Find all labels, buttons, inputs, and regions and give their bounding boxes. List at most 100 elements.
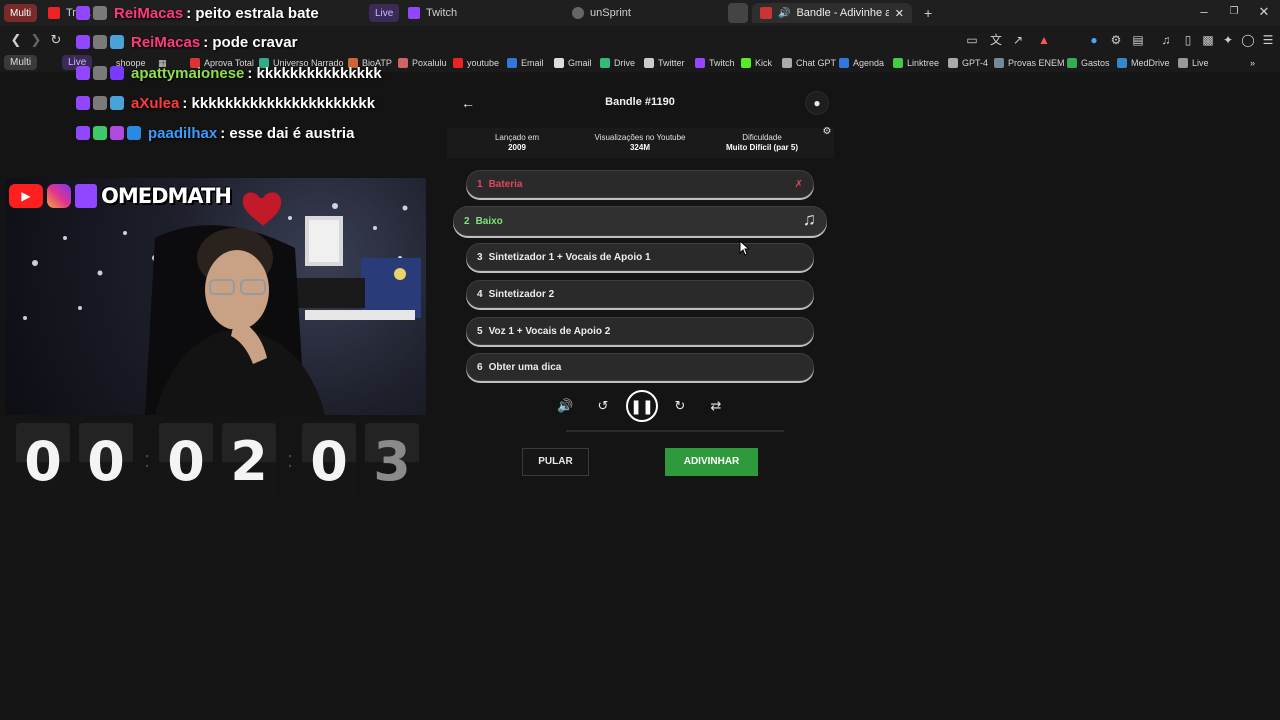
prime-badge-icon <box>127 126 141 140</box>
extensions-icon[interactable]: ⚙ <box>1108 32 1124 48</box>
settings-gear-icon[interactable]: ⚙ <box>821 126 833 138</box>
share-icon[interactable]: ↗ <box>1010 32 1026 48</box>
bandle-icon <box>760 7 772 19</box>
track-3-sintetizador[interactable]: 3 Sintetizador 1 + Vocais de Apoio 1 <box>466 243 814 271</box>
close-tab-icon[interactable]: ✕ <box>895 7 904 20</box>
timer-separator: : <box>143 447 151 472</box>
tab-multi[interactable]: Multi <box>4 4 38 22</box>
new-tab-button[interactable]: + <box>916 3 936 23</box>
minimize-icon[interactable]: – <box>1196 4 1212 20</box>
bookmark-label: Gastos <box>1081 58 1110 68</box>
twitch-icon <box>408 7 420 19</box>
timer-digit: 0 <box>16 423 70 501</box>
bookmark-multi[interactable]: Multi <box>4 55 38 70</box>
tab-twitch[interactable]: Twitch <box>400 3 560 23</box>
translate-icon[interactable]: 文 <box>988 32 1004 48</box>
track-number: 5 <box>477 325 483 337</box>
speaker-icon: 🔊 <box>778 7 791 19</box>
extension-icon-1[interactable]: ● <box>1086 32 1102 48</box>
bookmark-meddrive[interactable]: MedDrive <box>1117 56 1170 70</box>
bookmark-linktree[interactable]: Linktree <box>893 56 939 70</box>
vpn-icon[interactable]: ◯ <box>1240 32 1256 48</box>
tab-bandle[interactable]: 🔊 Bandle - Adivinhe a música, u ✕ <box>752 3 912 23</box>
bookmark-email[interactable]: Email <box>507 56 544 70</box>
screenshot-icon[interactable]: ▭ <box>964 32 980 48</box>
sub-badge-icon <box>93 35 107 49</box>
back-icon[interactable]: ❮ <box>8 32 24 48</box>
brave-shield-icon[interactable]: ▲ <box>1036 32 1052 48</box>
chat-username: apattymaionese <box>131 64 245 82</box>
instagram-logo-icon <box>47 184 71 208</box>
player-controls: 🔊 ↺ ❚❚ ↻ ⇄ <box>556 390 726 422</box>
bass-guitar-icon: ♫ <box>802 209 817 229</box>
gift-badge-icon <box>93 126 107 140</box>
bookmark-agenda[interactable]: Agenda <box>839 56 884 70</box>
verified-badge-icon <box>110 96 124 110</box>
track-1-bateria[interactable]: 1 Bateria ✗ <box>466 170 814 198</box>
repeat-icon[interactable]: ⇄ <box>708 398 724 414</box>
playback-progress-bar[interactable] <box>566 430 784 432</box>
twitch-logo-icon <box>75 184 97 208</box>
chat-message: ReiMacas : pode cravar <box>76 30 297 54</box>
track-5-voz[interactable]: 5 Voz 1 + Vocais de Apoio 2 <box>466 317 814 345</box>
skip-button[interactable]: PULAR <box>522 448 589 476</box>
forward-5-icon[interactable]: ↻ <box>672 398 688 414</box>
bookmark-provas-enem[interactable]: Provas ENEM <box>994 56 1065 70</box>
leo-icon[interactable]: ✦ <box>1220 32 1236 48</box>
pause-button[interactable]: ❚❚ <box>626 390 658 422</box>
sub-badge-icon <box>93 66 107 80</box>
bookmark-gmail[interactable]: Gmail <box>554 56 592 70</box>
music-icon[interactable]: ♫ <box>1158 32 1174 48</box>
bookmark-favicon-icon <box>1178 58 1188 68</box>
bookmark-favicon-icon <box>453 58 463 68</box>
track-6-dica[interactable]: 6 Obter uma dica <box>466 353 814 381</box>
wallet-icon[interactable]: ▩ <box>1200 32 1216 48</box>
sub-badge-icon <box>93 96 107 110</box>
bookmark-gastos[interactable]: Gastos <box>1067 56 1110 70</box>
track-number: 6 <box>477 361 483 373</box>
tab-blank[interactable] <box>728 3 748 23</box>
bookmark-twitter[interactable]: Twitter <box>644 56 685 70</box>
guess-button[interactable]: ADIVINHAR <box>665 448 758 476</box>
menu-icon[interactable]: ☰ <box>1260 32 1276 48</box>
chat-username: paadilhax <box>148 124 218 142</box>
bookmark-youtube[interactable]: youtube <box>453 56 499 70</box>
bookmark-label: Kick <box>755 58 773 68</box>
close-window-icon[interactable]: ✕ <box>1256 4 1272 20</box>
chat-username: aXulea <box>131 94 180 112</box>
track-4-sintetizador-2[interactable]: 4 Sintetizador 2 <box>466 280 814 308</box>
bookmark-chat-gpt[interactable]: Chat GPT <box>782 56 836 70</box>
tab-unsprint[interactable]: unSprint <box>564 3 724 23</box>
sidebar-icon[interactable]: ▤ <box>1130 32 1146 48</box>
rewind-5-icon[interactable]: ↺ <box>595 398 611 414</box>
bookmark-kick[interactable]: Kick <box>741 56 772 70</box>
track-2-baixo[interactable]: 2 Baixo ♫ <box>453 206 827 236</box>
track-number: 1 <box>477 178 483 190</box>
twitch-badge-icon <box>76 66 90 80</box>
tab-live[interactable]: Live <box>369 4 400 22</box>
reload-icon[interactable]: ↻ <box>48 32 64 48</box>
back-arrow-icon[interactable]: ← <box>460 95 476 111</box>
social-bar: ▶ OMEDMATH <box>9 182 232 210</box>
bookmark-poxalulu[interactable]: Poxalulu <box>398 56 447 70</box>
reader-icon[interactable]: ▯ <box>1180 32 1196 48</box>
bookmark-gpt-4[interactable]: GPT-4 <box>948 56 988 70</box>
forward-icon[interactable]: ❯ <box>28 32 44 48</box>
bookmark-label: Twitch <box>709 58 735 68</box>
maximize-icon[interactable]: ❐ <box>1226 4 1242 20</box>
stat-views: Visualizações no Youtube 324M <box>580 133 700 153</box>
more-bookmarks-icon[interactable]: » <box>1250 56 1255 70</box>
track-number: 4 <box>477 288 483 300</box>
twitch-badge-icon <box>76 35 90 49</box>
track-label: Sintetizador 2 <box>488 288 555 300</box>
subscriber-badge-icon <box>110 126 124 140</box>
track-label: Bateria <box>488 178 523 190</box>
bookmark-favicon-icon <box>893 58 903 68</box>
bookmark-twitch[interactable]: Twitch <box>695 56 735 70</box>
profile-icon[interactable]: ● <box>805 91 829 115</box>
timer-digit: 2 <box>222 423 276 501</box>
volume-icon[interactable]: 🔊 <box>557 398 573 414</box>
bookmark-drive[interactable]: Drive <box>600 56 635 70</box>
bookmark-live[interactable]: Live <box>1178 56 1209 70</box>
tab-label: Bandle - Adivinhe a música, u <box>796 7 889 19</box>
